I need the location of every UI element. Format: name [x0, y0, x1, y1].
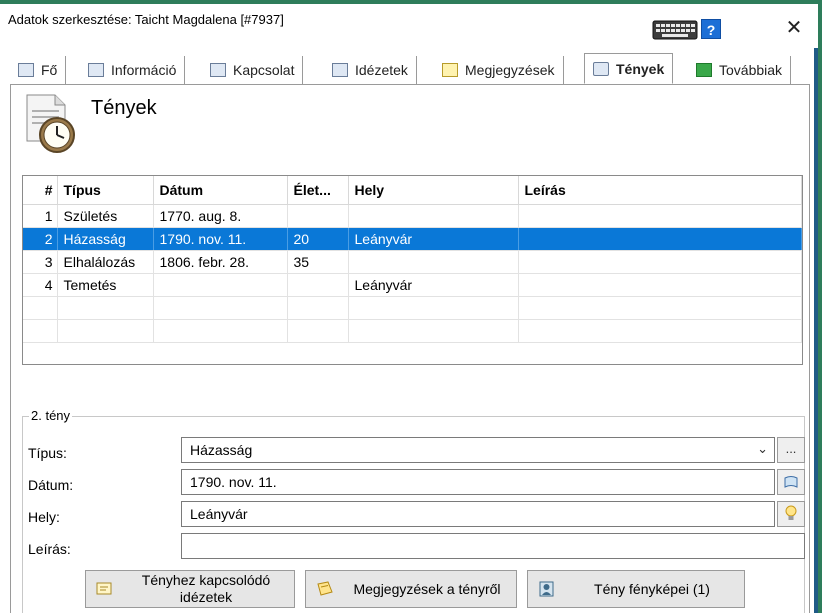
place-label: Hely:	[28, 509, 60, 525]
cell-type: Házasság	[57, 227, 154, 251]
note-icon	[316, 581, 334, 597]
desc-label: Leírás:	[28, 541, 71, 557]
cell-type: Temetés	[57, 273, 154, 297]
title-bar: Adatok szerkesztése: Taicht Magdalena [#…	[0, 4, 818, 48]
type-select[interactable]: Házasság ⌄	[181, 437, 775, 463]
cell-num: 1	[23, 204, 58, 228]
place-value: Leányvár	[190, 506, 248, 522]
button-label: Tény fényképei (1)	[594, 580, 710, 597]
cell-type: Elhalálozás	[57, 250, 154, 274]
table-row[interactable]: 1 Születés 1770. aug. 8.	[23, 204, 802, 228]
col-header-type[interactable]: Típus	[57, 176, 154, 205]
clock-icon	[593, 61, 609, 76]
cell-type: Születés	[57, 204, 154, 228]
cell-place	[348, 250, 519, 274]
cell-date: 1806. febr. 28.	[153, 250, 288, 274]
tab-tovabbiak[interactable]: Továbbiak	[688, 56, 792, 84]
tab-label: Információ	[111, 62, 177, 78]
tab-bar: Fő Információ Kapcsolat Idézetek Megjegy…	[10, 53, 810, 84]
tab-megjegyzesek[interactable]: Megjegyzések	[434, 56, 564, 84]
cell-desc	[518, 204, 802, 228]
table-row[interactable]: 3 Elhalálozás 1806. febr. 28. 35	[23, 250, 802, 274]
button-label: Tényhez kapcsolódó idézetek	[141, 572, 271, 605]
tab-label: Kapcsolat	[233, 62, 295, 78]
cell-age: 20	[287, 227, 349, 251]
cell-place: Leányvár	[348, 273, 519, 297]
col-header-desc[interactable]: Leírás	[518, 176, 802, 205]
cell-desc	[518, 250, 802, 274]
cell-num: 2	[23, 227, 58, 251]
tab-fo[interactable]: Fő	[10, 56, 67, 84]
tab-label: Idézetek	[355, 62, 408, 78]
cell-place: Leányvár	[348, 227, 519, 251]
note-icon	[442, 63, 458, 77]
cell-age	[287, 204, 349, 228]
fact-legend: 2. tény	[29, 408, 73, 423]
button-label: Megjegyzések a tényről	[353, 580, 501, 597]
type-label: Típus:	[28, 445, 67, 461]
plus-icon	[696, 63, 712, 77]
cell-desc	[518, 273, 802, 297]
col-header-date[interactable]: Dátum	[153, 176, 288, 205]
col-header-num[interactable]: #	[23, 176, 58, 205]
close-button[interactable]: ✕	[782, 16, 806, 40]
document-clock-icon	[19, 91, 85, 157]
cell-age	[287, 273, 349, 297]
col-header-place[interactable]: Hely	[348, 176, 519, 205]
cell-place	[348, 204, 519, 228]
tab-kapcsolat[interactable]: Kapcsolat	[202, 56, 304, 84]
date-field[interactable]: 1790. nov. 11.	[181, 469, 775, 495]
table-row-empty	[23, 319, 802, 343]
home-icon	[210, 63, 226, 77]
section-title: Tények	[91, 97, 157, 119]
cell-num: 3	[23, 250, 58, 274]
cell-age: 35	[287, 250, 349, 274]
fact-notes-button[interactable]: Megjegyzések a tényről	[305, 570, 517, 608]
tab-informacio[interactable]: Információ	[80, 56, 186, 84]
table-row-empty	[23, 296, 802, 320]
info-list-icon	[88, 63, 104, 77]
cell-desc	[518, 227, 802, 251]
cell-date: 1790. nov. 11.	[153, 227, 288, 251]
cell-date	[153, 273, 288, 297]
cell-num: 4	[23, 273, 58, 297]
calendar-icon[interactable]	[777, 469, 805, 495]
fact-photos-button[interactable]: Tény fényképei (1)	[527, 570, 745, 608]
col-header-age[interactable]: Élet...	[287, 176, 349, 205]
table-header: # Típus Dátum Élet... Hely Leírás	[23, 176, 802, 205]
fact-quotes-button[interactable]: Tényhez kapcsolódó idézetek	[85, 570, 295, 608]
tab-label: Továbbiak	[719, 62, 783, 78]
date-value: 1790. nov. 11.	[190, 474, 277, 490]
dialog-window: Adatok szerkesztése: Taicht Magdalena [#…	[0, 4, 818, 613]
photo-icon	[538, 581, 556, 597]
tab-label: Megjegyzések	[465, 62, 555, 78]
table-row[interactable]: 4 Temetés Leányvár	[23, 273, 802, 297]
help-button[interactable]: ?	[701, 19, 721, 39]
tab-tenyek[interactable]: Tények	[584, 53, 674, 84]
date-label: Dátum:	[28, 477, 74, 493]
tab-idezetek[interactable]: Idézetek	[324, 56, 417, 84]
description-field[interactable]	[181, 533, 805, 559]
place-field[interactable]: Leányvár	[181, 501, 775, 527]
tab-label: Fő	[41, 62, 58, 78]
type-more-button[interactable]: ...	[777, 437, 805, 463]
facts-panel: Tények # Típus Dátum Élet... Hely Leírás	[10, 84, 810, 613]
table-row-selected[interactable]: 2 Házasság 1790. nov. 11. 20 Leányvár	[23, 227, 802, 251]
quote-icon	[96, 581, 114, 597]
lightbulb-icon[interactable]	[777, 501, 805, 527]
window-title: Adatok szerkesztése: Taicht Magdalena [#…	[8, 12, 284, 27]
cell-date: 1770. aug. 8.	[153, 204, 288, 228]
facts-table[interactable]: # Típus Dátum Élet... Hely Leírás 1 Szül…	[22, 175, 803, 365]
type-value: Házasság	[190, 442, 253, 458]
quote-icon	[332, 63, 348, 77]
id-card-icon	[18, 63, 34, 77]
chevron-down-icon: ⌄	[757, 441, 768, 456]
tab-label: Tények	[616, 60, 665, 77]
keyboard-icon[interactable]	[652, 19, 698, 41]
